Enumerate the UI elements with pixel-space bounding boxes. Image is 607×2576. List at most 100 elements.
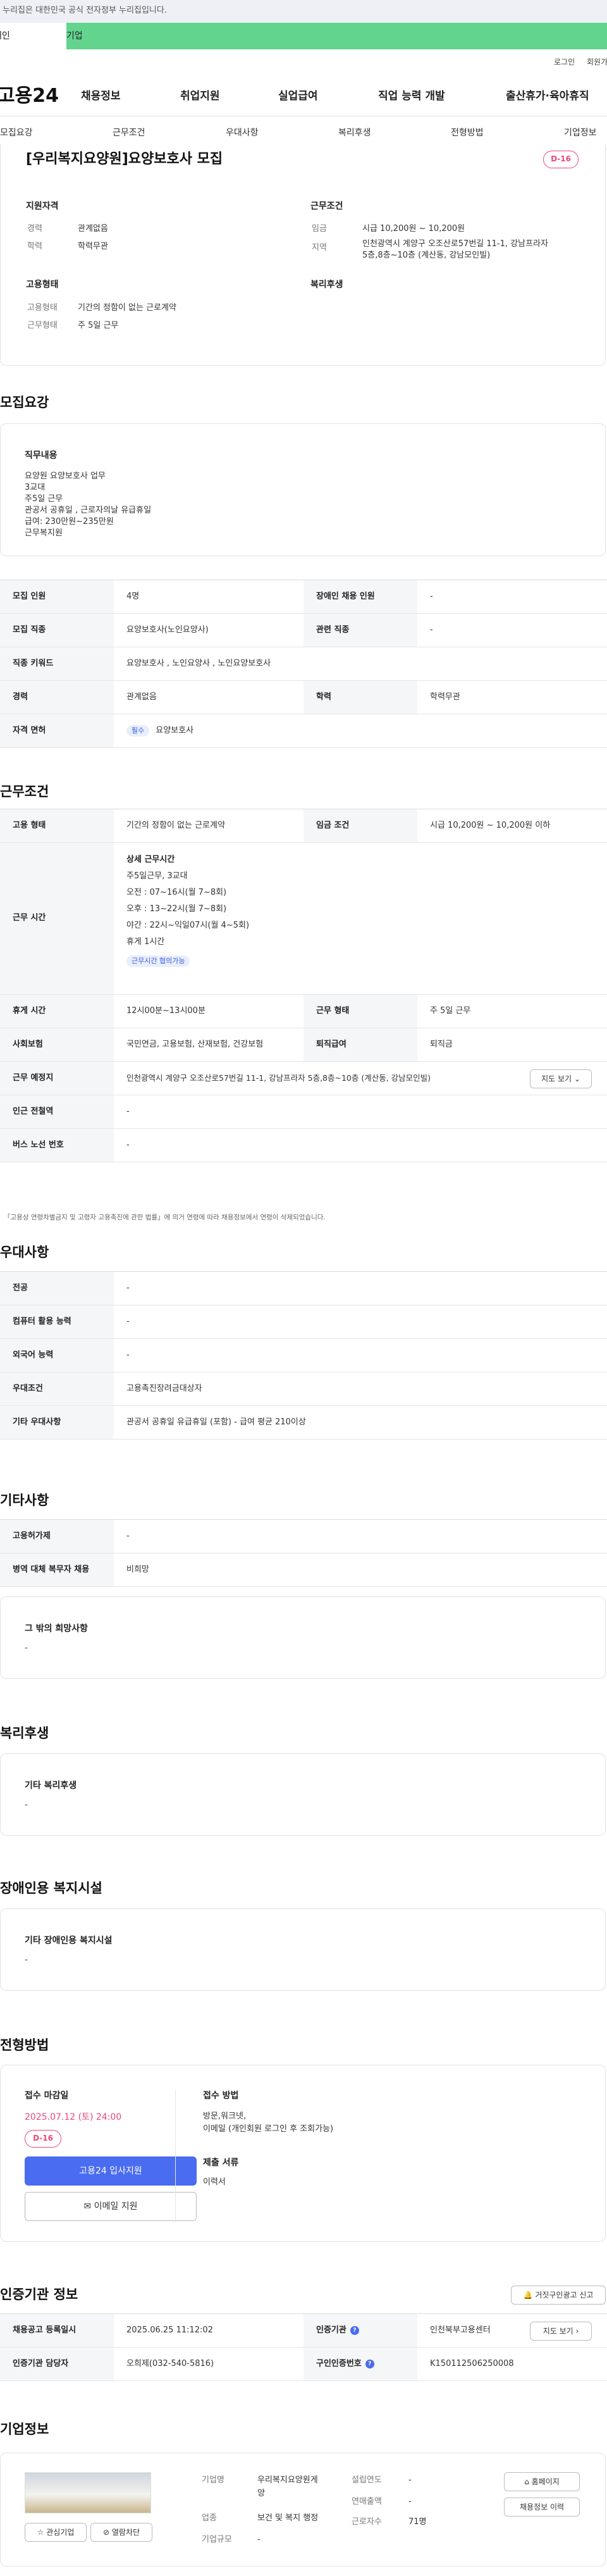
table-row: 병역 대체 복무자 채용 비희망 xyxy=(0,1553,607,1587)
docs-heading: 제출 서류 xyxy=(203,2158,239,2168)
qual-career-value: 관계없음 xyxy=(78,224,108,233)
row-label: 병역 대체 복무자 채용 xyxy=(0,1553,114,1586)
row-label: 버스 노선 번호 xyxy=(0,1129,114,1162)
row-label: 근무 예정지 xyxy=(0,1062,114,1095)
row-label: 관련 직종 xyxy=(304,614,417,647)
tab-preference[interactable]: 우대사항 xyxy=(226,127,259,139)
info-icon[interactable]: ? xyxy=(350,2326,359,2335)
size-label: 기업규모 xyxy=(202,2535,232,2544)
work-form-label: 근무형태 xyxy=(27,321,58,330)
job-history-button[interactable]: 채용정보 이력 xyxy=(504,2498,580,2517)
bell-icon: 🔔 xyxy=(523,2291,533,2299)
gnb-training[interactable]: 직업 능력 개발 xyxy=(378,89,445,104)
emp-type-label: 고용형태 xyxy=(27,303,58,313)
row-value: 학력무관 xyxy=(430,692,460,702)
join-link[interactable]: 회원가입 xyxy=(587,57,607,68)
table-row: 컴퓨터 활용 능력 - xyxy=(0,1305,607,1339)
table-row: 인근 전철역 - xyxy=(0,1095,607,1129)
interest-company-button[interactable]: ☆ 관심기업 xyxy=(25,2523,87,2542)
industry-label: 업종 xyxy=(202,2513,217,2523)
hours-line: 오후 : 13~22시(월 7~8회) xyxy=(126,904,227,914)
employee-value: 71명 xyxy=(408,2517,427,2527)
apply-online-button[interactable]: 고용24 입사지원 xyxy=(25,2156,197,2186)
year-label: 설립연도 xyxy=(352,2475,382,2485)
row-value: 오희제(032-540-5816) xyxy=(126,2358,214,2368)
qual-heading: 지원자격 xyxy=(26,201,59,211)
tab-apply[interactable]: 전형방법 xyxy=(451,127,484,139)
org-label: 인증기관 xyxy=(316,2325,346,2335)
row-label: 근무 형태 xyxy=(304,995,417,1028)
job-desc-line: 관공서 공휴일 , 근로자의날 유급휴일 xyxy=(25,506,152,515)
row-value: - xyxy=(126,1531,130,1541)
report-label: 거짓구인광고 신고 xyxy=(535,2291,594,2299)
gnb-employment-support[interactable]: 취업지원 xyxy=(180,89,220,104)
table-row: 기타 우대사항 관공서 공휴일 유급휴일 (포함) - 급여 평균 210이상 xyxy=(0,1406,607,1440)
cert-table: 채용공고 등록일시 2025.06.25 11:12:02 인증기관? 인천북부… xyxy=(0,2313,607,2381)
category-individual[interactable]: 개인 xyxy=(0,23,66,49)
table-row: 고용허가제 - xyxy=(0,1520,607,1553)
tab-recruit[interactable]: 모집요강 xyxy=(0,127,33,139)
site-logo[interactable]: 고용24 xyxy=(0,82,59,110)
disab-value: - xyxy=(25,1955,28,1965)
login-link[interactable]: 로그인 xyxy=(554,57,575,68)
hours-negotiable-badge: 근무시간 협의가능 xyxy=(126,955,190,968)
welfare-section-title: 복리후생 xyxy=(0,1726,49,1741)
table-row: 우대조건 고용촉진장려금대상자 xyxy=(0,1372,607,1406)
row-value: 12시00분~13시00분 xyxy=(126,1005,205,1016)
row-label: 외국어 능력 xyxy=(0,1339,114,1372)
map-view-button[interactable]: 지도 보기 ⌄ xyxy=(530,1069,592,1088)
row-value: 주 5일 근무 xyxy=(430,1005,471,1016)
report-fake-ad-button[interactable]: 🔔 거짓구인광고 신고 xyxy=(511,2286,606,2305)
pref-table: 전공 - 컴퓨터 활용 능력 - 외국어 능력 - 우대조건 고용촉진장려금대상자 기타… xyxy=(0,1271,607,1440)
tab-company[interactable]: 기업정보 xyxy=(564,127,597,139)
size-value: - xyxy=(257,2535,261,2544)
tab-work[interactable]: 근무조건 xyxy=(113,127,145,139)
industry-value: 보건 및 복지 행정 xyxy=(257,2513,319,2523)
deadline-heading: 접수 마감일 xyxy=(25,2091,69,2101)
method-line: 이메일 (개인회원 로그인 후 조회가능) xyxy=(203,2124,334,2134)
main-content: [우리복지요양원]요양보호사 모집 D-16 지원자격 경력 관계없음 학력 학… xyxy=(0,144,607,2576)
divider xyxy=(175,2089,176,2222)
employee-label: 근로자수 xyxy=(352,2517,382,2527)
cert-map-button[interactable]: 지도 보기 › xyxy=(530,2322,592,2341)
tab-welfare[interactable]: 복리후생 xyxy=(338,127,371,139)
row-value: 요양보호사(노인요양사) xyxy=(126,625,209,635)
table-row: 사회보험 국민연금, 고용보험, 산재보험, 건강보험 퇴직급여 퇴직금 xyxy=(0,1028,607,1062)
map-view-label: 지도 보기 xyxy=(541,1074,572,1083)
email-apply-button[interactable]: ✉ 이메일 지원 xyxy=(25,2192,197,2221)
hours-line: 오전 : 07~16시(월 7~8회) xyxy=(126,888,227,897)
table-row: 근무 예정지 인천광역시 계양구 오조산로57번길 11-1, 강남프라자 5층… xyxy=(0,1062,607,1095)
recruit-table: 모집 인원 4명 장애인 채용 인원 - 모집 직종 요양보호사(노인요양사) … xyxy=(0,580,607,748)
job-desc-heading: 직무내용 xyxy=(25,451,58,461)
gnb-parental-leave[interactable]: 출산휴가·육아휴직 xyxy=(506,89,589,104)
info-icon[interactable]: ? xyxy=(365,2360,374,2368)
row-label: 장애인 채용 인원 xyxy=(304,580,417,613)
block-view-button[interactable]: ⊘ 열람차단 xyxy=(90,2523,152,2542)
gnb-jobs[interactable]: 채용정보 xyxy=(81,89,121,104)
row-value: - xyxy=(126,1106,130,1116)
gov-notice-text: 이 누리집은 대한민국 공식 전자정부 누리집입니다. xyxy=(0,6,167,15)
company-name-label: 기업명 xyxy=(202,2475,224,2485)
table-row: 인증기관 담당자 오희제(032-540-5816) 구인인증번호? K1501… xyxy=(0,2348,607,2381)
row-value: 시급 10,200원 ~ 10,200원 이하 xyxy=(430,820,551,830)
homepage-button[interactable]: ⌂ 홈페이지 xyxy=(504,2472,580,2491)
home-icon: ⌂ xyxy=(524,2477,529,2486)
row-value: - xyxy=(126,1350,130,1360)
hope-heading: 그 밖의 희망사항 xyxy=(25,1624,88,1634)
gnb-unemployment-benefit[interactable]: 실업급여 xyxy=(278,89,318,104)
license-value: 요양보호사 xyxy=(156,725,194,735)
company-name-line1: 우리복지요양원게 xyxy=(257,2475,318,2485)
cert-section-title: 인증기관 정보 xyxy=(0,2287,78,2302)
cert-map-label: 지도 보기 xyxy=(543,2327,573,2336)
row-value: - xyxy=(126,1283,130,1293)
summary-card: [우리복지요양원]요양보호사 모집 D-16 지원자격 경력 관계없음 학력 학… xyxy=(0,144,606,366)
row-label: 임금 조건 xyxy=(304,809,417,842)
category-company[interactable]: 기업 xyxy=(66,23,607,49)
chevron-right-icon: › xyxy=(575,2327,579,2336)
row-value: - xyxy=(430,625,433,635)
row-label: 인증기관? xyxy=(304,2314,417,2347)
sales-label: 연매출액 xyxy=(352,2497,382,2506)
row-value: 고용촉진장려금대상자 xyxy=(126,1383,202,1393)
hours-line: 야간 : 22시~익일07시(월 4~5회) xyxy=(126,921,250,930)
gov-notice-bar: 이 누리집은 대한민국 공식 전자정부 누리집입니다. xyxy=(0,0,607,23)
